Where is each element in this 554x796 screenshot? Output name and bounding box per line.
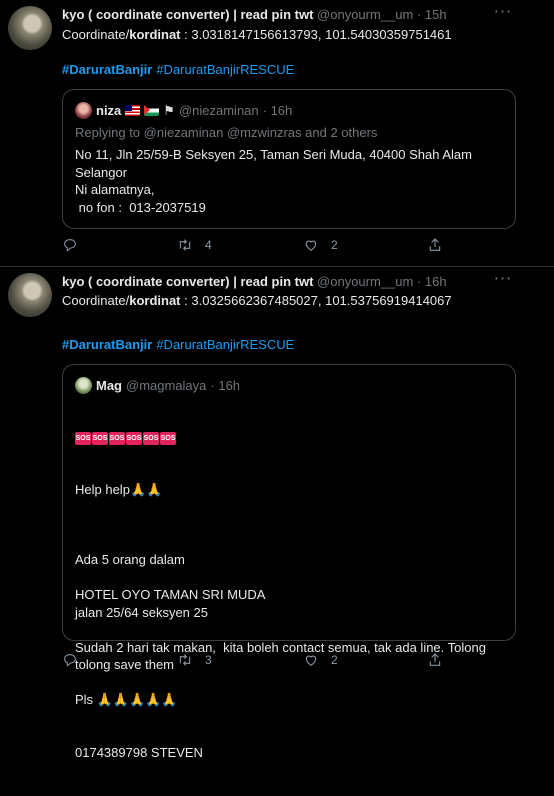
hashtag-link[interactable]: #DaruratBanjirRESCUE bbox=[156, 337, 294, 352]
sos-emoji-row: SOS SOS SOS SOS SOS SOS bbox=[75, 432, 486, 445]
avatar[interactable] bbox=[8, 6, 52, 50]
palestine-flag-icon bbox=[144, 105, 160, 116]
quoted-tweet[interactable]: niza ⚑ @niezaminan · 16h Replying to @ni… bbox=[62, 89, 516, 229]
author-name[interactable]: kyo ( coordinate converter) | read pin t… bbox=[62, 274, 313, 289]
quoted-avatar bbox=[75, 377, 92, 394]
like-button[interactable]: 2 bbox=[303, 237, 338, 253]
sos-icon: SOS bbox=[160, 432, 176, 445]
hashtags: #DaruratBanjir #DaruratBanjirRESCUE bbox=[62, 337, 298, 352]
retweet-count: 4 bbox=[205, 238, 212, 252]
sos-icon: SOS bbox=[109, 432, 125, 445]
retweet-button[interactable]: 4 bbox=[177, 237, 212, 253]
pray-icon: 🙏 bbox=[129, 692, 146, 707]
quoted-tweet[interactable]: Mag @magmalaya · 16h SOS SOS SOS SOS SOS… bbox=[62, 364, 516, 760]
author-handle[interactable]: @onyourm__um bbox=[317, 7, 413, 22]
more-options-icon[interactable]: ⋅⋅⋅ bbox=[494, 2, 512, 22]
tweet-actions: 4 2 bbox=[62, 237, 554, 255]
quoted-tweet-time: · 16h bbox=[262, 103, 293, 118]
author-handle[interactable]: @onyourm__um bbox=[317, 274, 413, 289]
like-count: 2 bbox=[331, 238, 338, 252]
quoted-tweet-text: SOS SOS SOS SOS SOS SOS Help help🙏🙏 Ada … bbox=[75, 397, 486, 796]
retweet-icon bbox=[179, 654, 191, 666]
reply-icon bbox=[64, 239, 76, 252]
quoted-avatar bbox=[75, 102, 92, 119]
tweet[interactable]: kyo ( coordinate converter) | read pin t… bbox=[0, 267, 554, 760]
quoted-author-name: niza bbox=[96, 103, 122, 118]
more-options-icon[interactable]: ⋅⋅⋅ bbox=[494, 269, 512, 289]
quoted-tweet-time: · 16h bbox=[210, 378, 241, 393]
pray-icon: 🙏 bbox=[161, 692, 178, 707]
tweet-actions: 3 2 bbox=[62, 652, 554, 670]
sos-icon: SOS bbox=[75, 432, 91, 445]
tweet-time[interactable]: · 16h bbox=[417, 274, 447, 289]
sos-icon: SOS bbox=[126, 432, 142, 445]
share-icon bbox=[429, 238, 441, 251]
retweet-icon bbox=[179, 239, 191, 251]
tweet-text: Coordinate/kordinat : 3.0325662367485027… bbox=[62, 293, 452, 308]
share-button[interactable] bbox=[427, 237, 443, 253]
quoted-author-name: Mag bbox=[96, 378, 122, 393]
share-icon bbox=[429, 653, 441, 666]
sos-icon: SOS bbox=[92, 432, 108, 445]
malaysia-flag-icon bbox=[125, 105, 141, 116]
tweet-text: Coordinate/kordinat : 3.0318147156613793… bbox=[62, 27, 452, 42]
quoted-author-handle: @niezaminan bbox=[178, 103, 259, 118]
hashtag-link[interactable]: #DaruratBanjirRESCUE bbox=[156, 62, 294, 77]
share-button[interactable] bbox=[427, 652, 443, 668]
quoted-tweet-header: Mag @magmalaya · 16h bbox=[75, 377, 240, 394]
pray-icon: 🙏 bbox=[96, 692, 113, 707]
reply-button[interactable] bbox=[62, 237, 90, 253]
hashtag-link[interactable]: #DaruratBanjir bbox=[62, 337, 152, 352]
pray-icon: 🙏 bbox=[129, 482, 147, 497]
pray-icon: 🙏 bbox=[146, 482, 163, 497]
hashtag-link[interactable]: #DaruratBanjir bbox=[62, 62, 152, 77]
heart-icon bbox=[305, 240, 317, 251]
like-count: 2 bbox=[331, 653, 338, 667]
quoted-tweet-text: No 11, Jln 25/59-B Seksyen 25, Taman Ser… bbox=[75, 147, 472, 215]
retweet-button[interactable]: 3 bbox=[177, 652, 212, 668]
hashtags: #DaruratBanjir #DaruratBanjirRESCUE bbox=[62, 62, 298, 77]
black-flag-icon: ⚑ bbox=[163, 102, 175, 118]
tweet[interactable]: kyo ( coordinate converter) | read pin t… bbox=[0, 0, 554, 266]
quoted-tweet-header: niza ⚑ @niezaminan · 16h bbox=[75, 102, 292, 119]
like-button[interactable]: 2 bbox=[303, 652, 338, 668]
tweet-time[interactable]: · 15h bbox=[417, 7, 447, 22]
avatar[interactable] bbox=[8, 273, 52, 317]
tweet-header: kyo ( coordinate converter) | read pin t… bbox=[62, 274, 447, 289]
reply-icon bbox=[64, 654, 76, 667]
retweet-count: 3 bbox=[205, 653, 212, 667]
tweet-header: kyo ( coordinate converter) | read pin t… bbox=[62, 7, 447, 22]
replying-to: Replying to @niezaminan @mzwinzras and 2… bbox=[75, 125, 378, 140]
reply-button[interactable] bbox=[62, 652, 90, 668]
author-name[interactable]: kyo ( coordinate converter) | read pin t… bbox=[62, 7, 313, 22]
pray-icon: 🙏 bbox=[112, 692, 130, 707]
sos-icon: SOS bbox=[143, 432, 159, 445]
quoted-author-handle: @magmalaya bbox=[126, 378, 207, 393]
heart-icon bbox=[305, 655, 317, 666]
pray-icon: 🙏 bbox=[145, 692, 162, 707]
